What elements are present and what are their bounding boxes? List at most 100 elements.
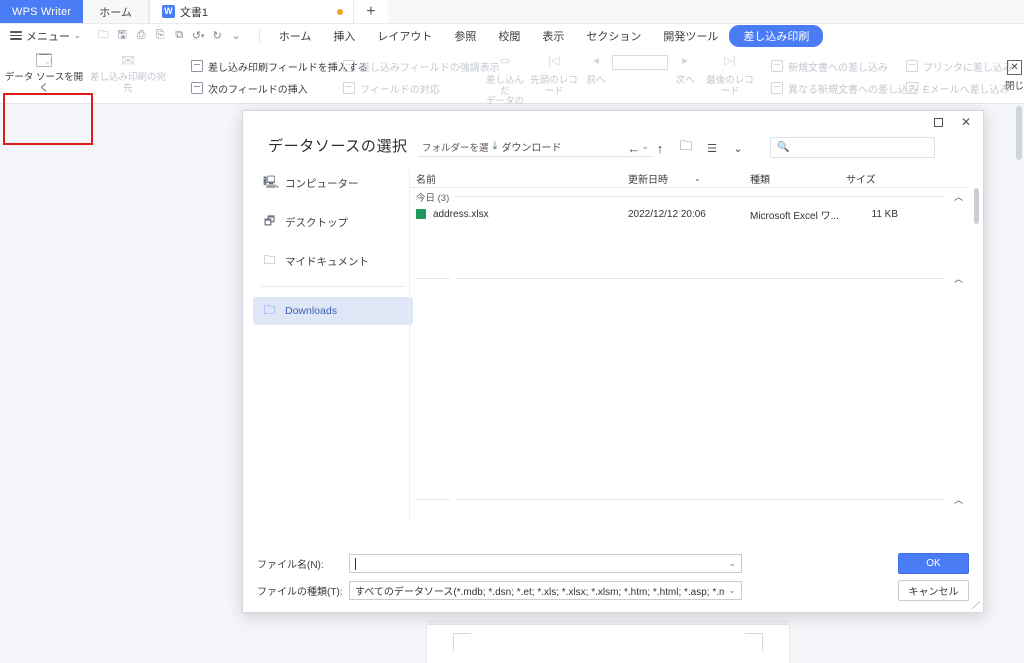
ribbon-tab-review[interactable]: 校閲 <box>487 26 531 46</box>
print-preview-icon[interactable]: ⎘ <box>152 27 169 44</box>
match-fields-icon <box>343 82 355 94</box>
view-merged-data-button: ▭ 差し込んだ データの表示 <box>482 47 528 118</box>
new-folder-icon[interactable]: 🗀 <box>673 137 699 159</box>
column-header-type[interactable]: 種類 <box>750 171 846 186</box>
file-group-header[interactable]: 今日 (3) ︿ <box>410 188 967 205</box>
document-scrollbar[interactable] <box>1013 104 1024 663</box>
sidebar-item-downloads[interactable]: 🗀 Downloads <box>253 297 413 325</box>
merge-to-new-document-button: 新規文書への差し込み <box>768 56 921 76</box>
sidebar-item-computer-label: コンピューター <box>285 177 359 190</box>
ribbon-tab-mailmerge[interactable]: 差し込み印刷 <box>729 24 824 47</box>
toolbar-divider <box>258 28 260 43</box>
document-page[interactable] <box>427 625 789 663</box>
file-list-scrollbar[interactable] <box>974 188 981 522</box>
up-icon[interactable]: ↑ <box>647 137 673 159</box>
file-list-header: 名前 更新日時 ⌄ 種類 サイズ <box>410 169 967 188</box>
open-icon[interactable]: 🗀 <box>95 27 112 44</box>
maximize-icon <box>933 117 943 127</box>
file-list: 名前 更新日時 ⌄ 種類 サイズ 今日 (3) ︿ address.xlsx 2… <box>409 169 979 522</box>
unsaved-indicator-icon <box>336 8 343 15</box>
first-record-icon: |◁ <box>548 55 560 67</box>
column-header-name[interactable]: 名前 <box>416 171 628 186</box>
mail-merge-recipients-label: 差し込み印刷の宛先 <box>89 72 166 94</box>
filetype-row: ファイルの種類(T): すべてのデータソース(*.mdb; *.dsn; *.e… <box>257 581 742 600</box>
file-date-cell: 2022/12/12 20:06 <box>628 208 706 220</box>
view-mode-icon[interactable]: ☰ <box>699 137 725 159</box>
insert-next-field-label: 次のフィールドの挿入 <box>208 84 308 96</box>
document-scrollbar-thumb[interactable] <box>1016 106 1022 160</box>
chevron-up-icon[interactable]: ︿ <box>950 190 967 203</box>
customize-qat-icon[interactable]: ⌄ <box>228 27 245 44</box>
document-tab[interactable]: W 文書1 <box>148 0 354 23</box>
group-divider-line <box>455 196 944 197</box>
chevron-down-icon[interactable]: ⌄ <box>724 585 736 596</box>
view-merged-data-icon: ▭ <box>499 55 511 67</box>
view-mode-caret-icon[interactable]: ⌄ <box>725 137 751 159</box>
ribbon-tab-layout[interactable]: レイアウト <box>366 26 443 46</box>
table-row[interactable]: address.xlsx 2022/12/12 20:06 Microsoft … <box>410 205 967 223</box>
folder-path-dropdown[interactable]: フォルダーを選 ⤓ ダウンロード ⌄ <box>418 137 653 157</box>
search-box[interactable]: 🔍 <box>770 137 935 158</box>
search-input[interactable] <box>794 141 928 154</box>
merge-to-email-label: Eメールへ差し込み <box>923 84 1010 96</box>
printer-icon <box>906 60 918 72</box>
tab-home-workspace[interactable]: ホーム <box>83 0 149 23</box>
sidebar-item-desktop[interactable]: 🗗 デスクトップ <box>253 208 413 236</box>
sort-descending-icon: ⌄ <box>694 173 701 183</box>
view-merged-data-label-1: 差し込んだ <box>485 74 524 97</box>
chevron-down-icon[interactable]: ⌄ <box>724 558 736 569</box>
folder-path-current: ダウンロード <box>501 143 562 154</box>
email-icon <box>906 82 918 94</box>
ribbon-tab-view[interactable]: 表示 <box>531 26 575 46</box>
close-icon: ✕ <box>1007 59 1022 75</box>
cancel-button[interactable]: キャンセル <box>898 580 969 601</box>
chevron-up-icon[interactable]: ︿ <box>950 272 967 285</box>
recipients-icon: ✉ <box>121 53 135 71</box>
record-number-input[interactable] <box>612 55 668 70</box>
filetype-label: ファイルの種類(T): <box>257 587 343 598</box>
last-record-label: 最後のレコード <box>706 74 754 97</box>
dialog-sidebar: 🖳 コンピューター 🗗 デスクトップ 🗀 マイドキュメント 🗀 Download… <box>253 169 413 522</box>
redo-icon[interactable]: ↻ <box>209 27 226 44</box>
resize-grip[interactable] <box>972 601 980 609</box>
ribbon-tab-home[interactable]: ホーム <box>268 26 323 46</box>
different-new-document-icon <box>771 82 783 94</box>
ok-button[interactable]: OK <box>898 553 969 574</box>
quick-access-toolbar: 🗀 🖫 ⎙ ⎘ ⧉ ↺ ▾ ↻ ⌄ <box>89 27 251 44</box>
file-group-collapsed-3[interactable]: ︿ <box>410 492 967 506</box>
close-button[interactable]: ✕ <box>953 112 979 132</box>
column-header-date-label: 更新日時 <box>628 174 668 186</box>
ribbon-tab-references[interactable]: 参照 <box>443 26 487 46</box>
cloud-sync-icon[interactable]: ⧉ <box>171 27 188 44</box>
maximize-button[interactable] <box>925 112 951 132</box>
menu-button[interactable]: メニュー ⌄ <box>0 28 89 44</box>
column-header-date[interactable]: 更新日時 ⌄ <box>628 171 750 186</box>
back-icon[interactable]: ← <box>621 137 647 159</box>
merge-output-group-a: 新規文書への差し込み 異なる新規文書への差し込み <box>768 47 921 104</box>
filename-row: ファイル名(N): ⌄ <box>257 554 742 573</box>
title-bar: WPS Writer ホーム W 文書1 + <box>0 0 1024 24</box>
new-tab-button[interactable]: + <box>353 0 388 23</box>
highlight-merge-fields-button: 差し込みフィールドの強調表示 <box>340 56 503 76</box>
print-icon[interactable]: ⎙ <box>133 27 150 44</box>
sidebar-item-mydocuments[interactable]: 🗀 マイドキュメント <box>253 247 413 275</box>
file-name-cell: address.xlsx <box>416 209 628 220</box>
undo-icon[interactable]: ↺ ▾ <box>190 27 207 44</box>
save-icon[interactable]: 🖫 <box>114 27 131 44</box>
filename-input[interactable]: ⌄ <box>349 554 742 573</box>
file-list-scrollbar-thumb[interactable] <box>974 188 979 224</box>
close-mailmerge-button[interactable]: ✕ 閉じ <box>1005 47 1024 104</box>
chevron-up-icon[interactable]: ︿ <box>950 493 967 506</box>
dialog-bottom-form: ファイル名(N): ⌄ ファイルの種類(T): すべてのデータソース(*.mdb… <box>243 520 983 612</box>
app-name-badge: WPS Writer <box>0 0 84 23</box>
ribbon-tab-insert[interactable]: 挿入 <box>322 26 366 46</box>
open-data-source-button[interactable]: 🗔 データ ソースを開く <box>2 47 86 102</box>
file-name-label: address.xlsx <box>433 208 489 220</box>
ribbon-tab-developer[interactable]: 開発ツール <box>652 26 729 46</box>
sidebar-item-computer[interactable]: 🖳 コンピューター <box>253 169 413 197</box>
file-group-collapsed-2[interactable]: ︿ <box>410 271 967 285</box>
search-icon: 🔍 <box>777 142 790 153</box>
column-header-size[interactable]: サイズ <box>846 171 908 186</box>
ribbon-tab-section[interactable]: セクション <box>575 26 652 46</box>
filetype-dropdown[interactable]: すべてのデータソース(*.mdb; *.dsn; *.et; *.xls; *.… <box>349 581 742 600</box>
